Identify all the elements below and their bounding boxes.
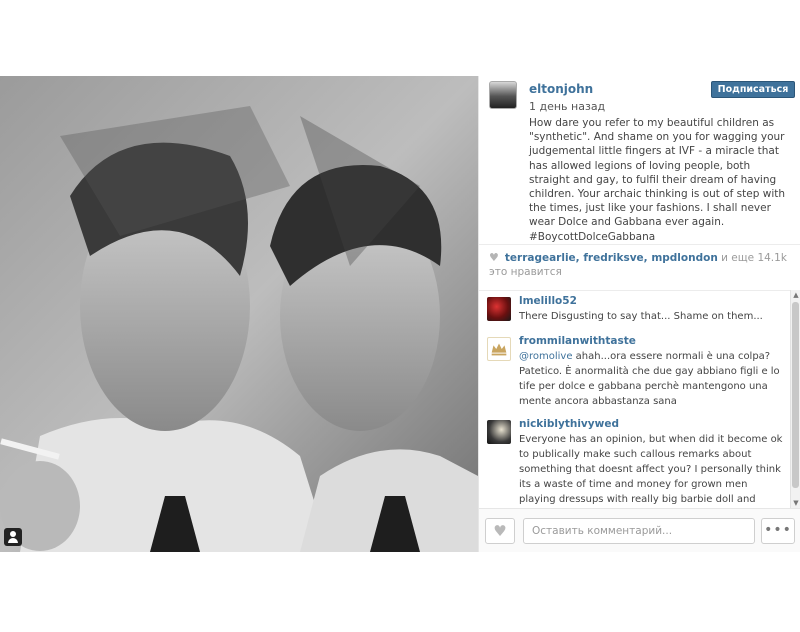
comment-mention[interactable]: @romolive [519, 351, 573, 362]
comment-item: lmelillo52 There Disgusting to say that.… [479, 291, 791, 331]
post-photo[interactable] [0, 76, 478, 552]
post-caption: How dare you refer to my beautiful child… [529, 117, 786, 243]
comment-body: There Disgusting to say that... Shame on… [519, 311, 763, 322]
comment-item: nickiblythivywed Everyone has an opinion… [479, 414, 791, 508]
comment-text: There Disgusting to say that... Shame on… [519, 309, 783, 324]
commenter-avatar[interactable] [487, 337, 511, 361]
commenter-username[interactable]: frommilanwithtaste [519, 334, 783, 349]
scroll-up-arrow-icon[interactable]: ▲ [792, 291, 800, 299]
crown-icon [491, 343, 507, 356]
post-viewer: eltonjohn 1 день назад Подписаться How d… [0, 76, 800, 552]
follow-button[interactable]: Подписаться [711, 81, 795, 98]
likes-summary: ♥ terragearlie, fredriksve, mpdlondon и е… [479, 244, 800, 289]
comment-text: @romolive ahah...ora essere normali è un… [519, 349, 783, 409]
photo-illustration [0, 76, 478, 552]
comment-body: Everyone has an opinion, but when did it… [519, 434, 783, 505]
comment-text: Everyone has an opinion, but when did it… [519, 432, 783, 508]
like-button[interactable]: ♥ [485, 518, 515, 544]
user-tag-icon[interactable] [4, 528, 22, 546]
likers-list[interactable]: terragearlie, fredriksve, mpdlondon [505, 252, 718, 264]
more-options-button[interactable]: ••• [761, 518, 795, 544]
author-avatar[interactable] [489, 81, 517, 109]
post-footer: ♥ ••• [479, 508, 800, 552]
scroll-down-arrow-icon[interactable]: ▼ [792, 499, 800, 507]
comments-list[interactable]: lmelillo52 There Disgusting to say that.… [479, 290, 791, 508]
post-time[interactable]: 1 день назад [529, 100, 605, 113]
post-panel: eltonjohn 1 день назад Подписаться How d… [478, 76, 800, 552]
heart-icon: ♥ [489, 251, 499, 264]
commenter-avatar[interactable] [487, 297, 511, 321]
commenter-username[interactable]: nickiblythivywed [519, 417, 783, 432]
commenter-avatar[interactable] [487, 420, 511, 444]
commenter-username[interactable]: lmelillo52 [519, 294, 783, 309]
comment-item: frommilanwithtaste @romolive ahah...ora … [479, 331, 791, 414]
comments-scrollbar[interactable]: ▲ ▼ [790, 290, 800, 508]
scroll-thumb[interactable] [792, 302, 799, 488]
post-header: eltonjohn 1 день назад Подписаться How d… [479, 76, 800, 244]
heart-icon: ♥ [493, 522, 507, 540]
author-username[interactable]: eltonjohn [529, 82, 593, 96]
comment-input[interactable] [523, 518, 755, 544]
